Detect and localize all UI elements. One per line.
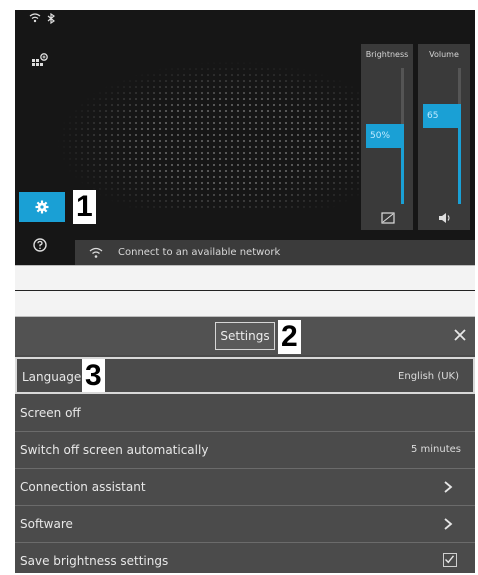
settings-gear-button[interactable] [19,192,65,222]
wifi-banner-text: Connect to an available network [118,247,281,258]
settings-row-screen-off[interactable]: Screen off [15,395,475,432]
settings-sheet: Settings 2 Language 3 English (UK) Scree… [15,317,475,573]
settings-row-save-brightness[interactable]: Save brightness settings [15,543,475,573]
row-value: English (UK) [398,371,459,382]
callout-3: 3 [82,359,105,392]
chevron-right-icon [444,481,453,493]
checkmark-icon [445,555,455,564]
volume-fill [458,115,461,204]
volume-title: Volume [429,50,459,59]
settings-row-language[interactable]: Language 3 English (UK) [15,357,475,394]
settings-row-connection-assistant[interactable]: Connection assistant [15,469,475,506]
settings-header: Settings 2 [15,317,475,355]
row-label: Language [22,370,82,384]
speaker-icon [439,213,450,223]
gear-icon [35,200,49,214]
brightness-handle[interactable]: 50% [366,124,404,148]
row-label: Switch off screen automatically [20,443,209,457]
save-brightness-checkbox[interactable] [443,553,457,567]
home-panel: 1 Brightness 50% Volume 65 Connect to an… [15,10,475,272]
wifi-status-icon [29,13,41,23]
row-label: Screen off [20,406,81,420]
wifi-connect-banner[interactable]: Connect to an available network [75,240,475,266]
bluetooth-status-icon [47,13,55,24]
blank-strip [15,265,475,317]
close-icon[interactable] [453,328,467,342]
background-dot-wave [55,60,375,210]
settings-title: Settings [215,322,275,350]
callout-2: 2 [278,320,301,354]
volume-track[interactable] [458,68,461,204]
apps-icon[interactable] [31,52,49,68]
volume-handle[interactable]: 65 [423,103,461,128]
divider [15,290,475,291]
row-value: 5 minutes [410,444,461,455]
settings-row-auto-screen-off[interactable]: Switch off screen automatically 5 minute… [15,432,475,469]
brightness-slider-card[interactable]: Brightness 50% [361,44,413,230]
settings-row-software[interactable]: Software [15,506,475,543]
wifi-icon [89,247,103,258]
volume-slider-card[interactable]: Volume 65 [418,44,470,230]
callout-1: 1 [73,190,96,224]
row-label: Connection assistant [20,480,146,494]
device-screen: 1 Brightness 50% Volume 65 Connect to an… [15,10,475,573]
help-icon[interactable] [33,238,47,252]
chevron-right-icon [444,518,453,530]
row-label: Save brightness settings [20,554,169,568]
brightness-icon [381,212,395,224]
brightness-title: Brightness [365,50,409,59]
row-label: Software [20,517,73,531]
